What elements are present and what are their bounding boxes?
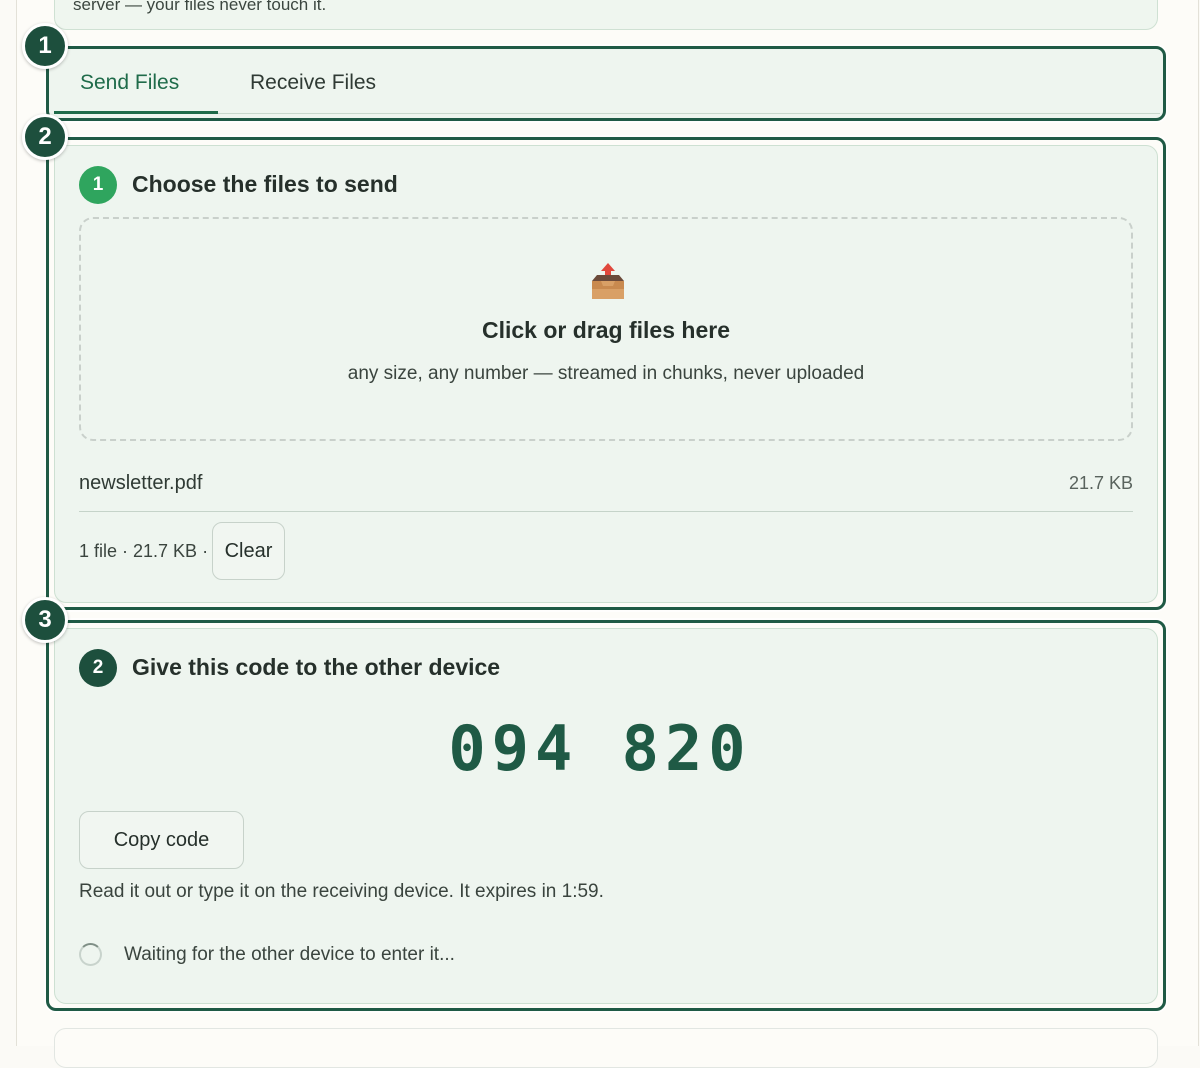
callout-frame-2 (46, 137, 1166, 610)
callout-frame-1 (46, 46, 1166, 121)
callout-badge-1: 1 (22, 23, 68, 69)
callout-badge-2: 2 (22, 114, 68, 160)
next-card-edge (54, 1028, 1158, 1068)
callout-badge-3: 3 (22, 597, 68, 643)
callout-frame-3 (46, 620, 1166, 1011)
intro-card: server — your files never touch it. (54, 0, 1158, 30)
intro-text: server — your files never touch it. (73, 0, 327, 14)
